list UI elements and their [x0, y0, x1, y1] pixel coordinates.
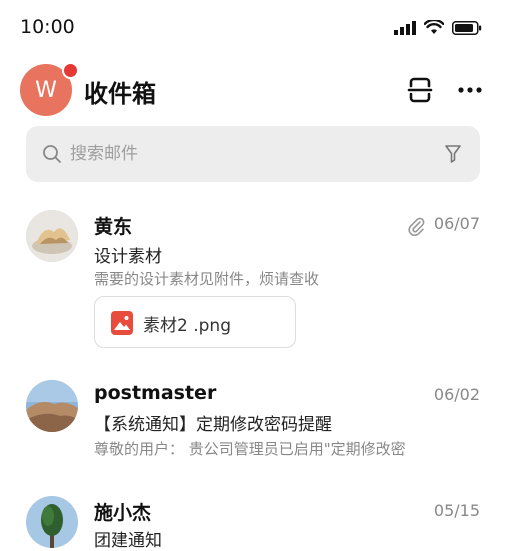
image-file-icon [111, 311, 133, 335]
sender-avatar [26, 380, 78, 432]
search-icon [43, 145, 61, 163]
mail-subject: 团建通知 [94, 531, 162, 551]
attachment-chip[interactable]: 素材2 .png [94, 296, 296, 348]
sender-name: 黄东 [94, 216, 133, 238]
mail-date: 06/07 [433, 214, 480, 233]
mail-date: 05/15 [433, 501, 480, 520]
attachment-clip-icon [408, 217, 425, 236]
attachment-name: 素材2 .png [143, 316, 231, 336]
sender-avatar [26, 210, 78, 262]
scan-icon[interactable] [406, 76, 434, 104]
status-time: 10:00 [20, 16, 75, 38]
mail-preview: 需要的设计素材见附件，烦请查收 [94, 270, 320, 288]
filter-icon[interactable] [444, 144, 462, 164]
signal-icon [394, 20, 416, 35]
search-input[interactable] [70, 140, 430, 168]
mail-date: 06/02 [433, 385, 480, 404]
sender-name: postmaster [94, 382, 217, 404]
avatar-letter: W [35, 77, 57, 103]
status-icons [394, 20, 482, 35]
inbox-header: W 收件箱 [0, 60, 506, 120]
mail-list-item[interactable]: 黄东 06/07 设计素材 需要的设计素材见附件，烦请查收 素材2 .png [0, 208, 506, 358]
mail-subject: 设计素材 [94, 247, 162, 267]
mail-preview: 尊敬的用户： 贵公司管理员已启用"定期修改密 [94, 440, 406, 458]
sender-name: 施小杰 [94, 502, 152, 524]
mail-subject: 【系统通知】定期修改密码提醒 [94, 415, 332, 435]
mail-list-item[interactable]: 施小杰 05/15 团建通知 [0, 496, 506, 551]
photo-icon [26, 380, 78, 432]
mail-list-item[interactable]: postmaster 06/02 【系统通知】定期修改密码提醒 尊敬的用户： 贵… [0, 380, 506, 480]
unread-dot [62, 62, 79, 79]
wifi-icon [424, 20, 444, 34]
battery-icon [452, 20, 482, 35]
photo-icon [26, 210, 78, 262]
sender-avatar [26, 496, 78, 548]
search-bar[interactable] [26, 126, 480, 182]
more-icon[interactable] [456, 76, 484, 104]
page-title: 收件箱 [84, 80, 156, 108]
status-bar: 10:00 [0, 0, 506, 56]
photo-icon [26, 496, 78, 548]
